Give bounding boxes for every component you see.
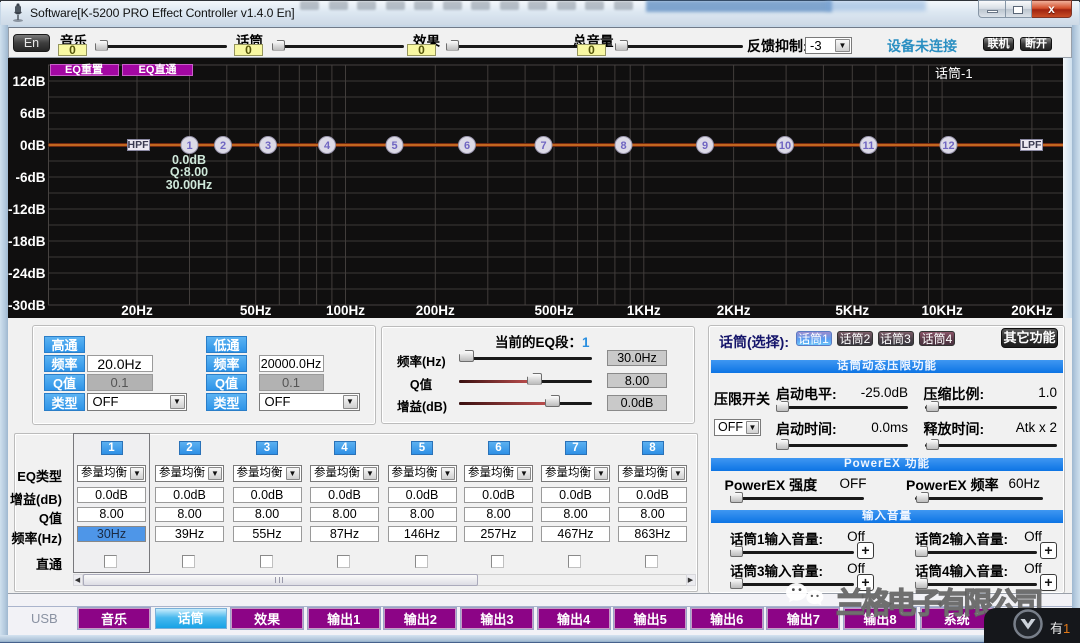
svg-text:10: 10 xyxy=(779,140,791,152)
svg-text:1: 1 xyxy=(186,140,192,152)
svg-text:4: 4 xyxy=(324,140,331,152)
svg-text:12: 12 xyxy=(942,140,954,152)
svg-text:7: 7 xyxy=(540,140,546,152)
svg-text:6: 6 xyxy=(464,140,470,152)
svg-text:2: 2 xyxy=(220,140,226,152)
svg-text:9: 9 xyxy=(702,140,708,152)
svg-text:11: 11 xyxy=(863,140,875,152)
svg-text:5: 5 xyxy=(391,140,397,152)
svg-text:8: 8 xyxy=(620,140,626,152)
svg-text:3: 3 xyxy=(265,140,271,152)
